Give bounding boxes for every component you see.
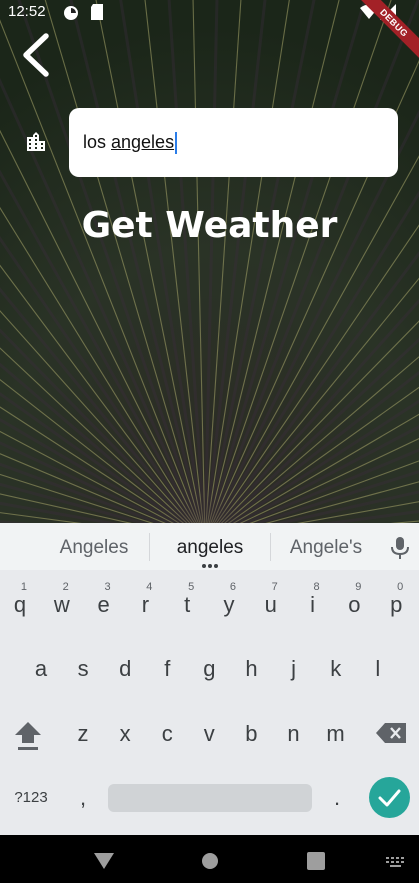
suggestion-2[interactable]: angeles [150, 537, 270, 559]
status-bar: 12:52 DEBUG [0, 0, 419, 67]
key-n[interactable]: n [275, 709, 313, 759]
recents-nav-icon[interactable] [307, 852, 325, 870]
soft-keyboard: Angeles angeles Angele's q1w2e3r4t5y6u7i… [0, 523, 419, 835]
key-d[interactable]: d [106, 644, 144, 694]
key-p[interactable]: p0 [377, 580, 415, 630]
comma-key[interactable]: , [64, 773, 102, 823]
key-hint: 9 [355, 581, 362, 593]
back-arrow-icon[interactable] [18, 30, 58, 80]
key-q[interactable]: q1 [1, 580, 39, 630]
home-nav-icon[interactable] [201, 852, 219, 870]
key-s[interactable]: s [64, 644, 102, 694]
key-w[interactable]: w2 [43, 580, 81, 630]
microphone-icon[interactable] [389, 536, 411, 560]
key-a[interactable]: a [22, 644, 60, 694]
key-c[interactable]: c [148, 709, 186, 759]
check-icon [378, 789, 401, 807]
key-r[interactable]: r4 [126, 580, 164, 630]
key-hint: 6 [229, 581, 236, 593]
key-g[interactable]: g [190, 644, 228, 694]
get-weather-button[interactable]: Get Weather [0, 205, 419, 246]
suggestion-strip: Angeles angeles Angele's [0, 523, 419, 570]
key-l[interactable]: l [359, 644, 397, 694]
key-h[interactable]: h [233, 644, 271, 694]
input-text-composing: angeles [111, 132, 175, 152]
location-city-icon [27, 132, 45, 151]
text-cursor [175, 131, 178, 154]
key-j[interactable]: j [275, 644, 313, 694]
key-x[interactable]: x [106, 709, 144, 759]
keyboard-switch-icon[interactable] [386, 857, 406, 867]
shift-icon[interactable] [12, 719, 44, 753]
suggestion-3[interactable]: Angele's [266, 537, 386, 559]
key-hint: 2 [62, 581, 69, 593]
key-hint: 0 [397, 581, 404, 593]
symbols-key[interactable]: ?123 [10, 773, 52, 823]
data-saver-icon [64, 6, 78, 20]
key-hint: 5 [188, 581, 195, 593]
weather-app: 12:52 DEBUG los angeles Get Weather [0, 0, 419, 523]
key-hint: 8 [313, 581, 320, 593]
more-suggestions-icon[interactable] [200, 563, 220, 569]
system-nav-bar [0, 835, 419, 883]
clock: 12:52 [8, 3, 46, 20]
key-z[interactable]: z [64, 709, 102, 759]
enter-key[interactable] [369, 777, 410, 818]
key-e[interactable]: e3 [85, 580, 123, 630]
key-hint: 4 [146, 581, 153, 593]
key-t[interactable]: t5 [168, 580, 206, 630]
key-b[interactable]: b [232, 709, 270, 759]
space-bar[interactable] [108, 784, 312, 812]
input-text-prefix: los [83, 132, 112, 152]
back-nav-icon[interactable] [94, 853, 114, 869]
suggestion-1[interactable]: Angeles [34, 537, 154, 559]
city-search-input[interactable]: los angeles [69, 108, 398, 177]
key-k[interactable]: k [317, 644, 355, 694]
key-m[interactable]: m [317, 709, 355, 759]
key-hint: 1 [20, 581, 27, 593]
key-hint: 3 [104, 581, 111, 593]
palm-leaf-background [0, 0, 419, 523]
key-f[interactable]: f [148, 644, 186, 694]
key-v[interactable]: v [190, 709, 228, 759]
period-key[interactable]: . [318, 773, 356, 823]
backspace-icon[interactable] [376, 723, 406, 743]
key-y[interactable]: y6 [210, 580, 248, 630]
key-hint: 7 [271, 581, 278, 593]
key-u[interactable]: u7 [252, 580, 290, 630]
key-i[interactable]: i8 [294, 580, 332, 630]
key-o[interactable]: o9 [335, 580, 373, 630]
sd-card-icon [91, 4, 103, 20]
